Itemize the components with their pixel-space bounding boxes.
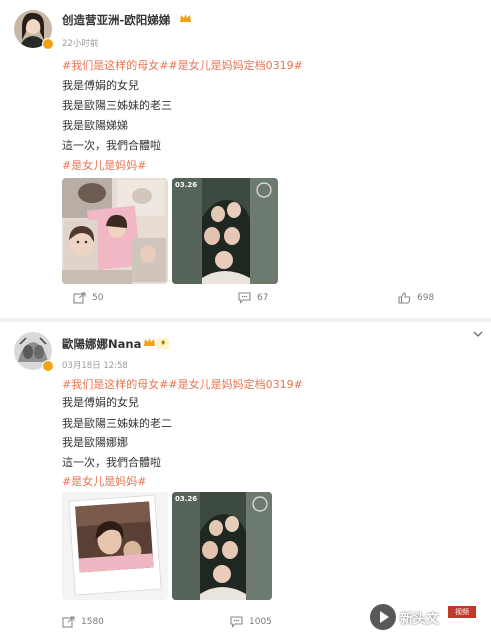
comment-icon	[238, 292, 251, 304]
username[interactable]: 歐陽娜娜Nana	[62, 336, 141, 352]
repost-count: 50	[92, 293, 104, 303]
video-watermark: 新头文 视频	[370, 604, 480, 632]
comment-count: 1005	[249, 617, 272, 627]
thumbs-up-icon	[398, 292, 411, 304]
comment-icon	[230, 616, 243, 628]
post-line[interactable]: #我们是这样的母女##是女儿是妈妈定档0319#	[62, 376, 303, 392]
post-line: 我是歐陽三姊妹的老三	[62, 99, 172, 112]
post-line: 這一次，我們合體啦	[62, 456, 161, 469]
weibo-post-1: 创造营亚洲-欧阳娣娣 22小时前 #我们是这样的母女##是女儿是妈妈定档0319…	[0, 0, 491, 318]
username[interactable]: 创造营亚洲-欧阳娣娣	[62, 12, 170, 28]
like-button[interactable]: 698	[398, 292, 434, 304]
verified-badge-icon	[42, 360, 54, 372]
comment-button[interactable]: 67	[238, 292, 268, 304]
post-image-polaroid[interactable]	[62, 492, 168, 600]
vip-crown-icon	[144, 338, 155, 346]
watermark-stamp: 视频	[448, 606, 476, 618]
post-line: 這一次，我們合體啦	[62, 139, 161, 152]
post-line: 我是歐陽娜娜	[62, 436, 128, 449]
comment-button[interactable]: 1005	[230, 616, 272, 628]
play-icon[interactable]	[370, 604, 396, 630]
comment-count: 67	[257, 293, 269, 303]
repost-icon	[73, 292, 86, 304]
post-image-collage[interactable]	[62, 178, 168, 284]
repost-icon	[62, 616, 75, 628]
post-time: 03月18日 12:58	[62, 361, 128, 371]
verified-badge-icon	[42, 38, 54, 50]
weibo-post-2: 歐陽娜娜Nana ♦ 03月18日 12:58 #我们是这样的母女##是女儿是妈…	[0, 322, 491, 640]
post-line[interactable]: #我们是这样的母女##是女儿是妈妈定档0319#	[62, 57, 303, 73]
post-line: 我是傅娟的女兒	[62, 396, 139, 409]
post-image-poster[interactable]: 03.26	[172, 492, 272, 600]
poster-date: 03.26	[175, 495, 198, 503]
post-line: 我是歐陽三姊妹的老二	[62, 417, 172, 430]
post-line: 我是傅娟的女兒	[62, 79, 139, 92]
repost-button[interactable]: 1580	[62, 616, 104, 628]
post-time: 22小时前	[62, 39, 99, 49]
repost-count: 1580	[81, 617, 104, 627]
like-count: 698	[417, 293, 435, 303]
watermark-text: 新头文	[400, 612, 440, 627]
post-line[interactable]: #是女儿是妈妈#	[62, 473, 146, 489]
post-line: 我是歐陽娣娣	[62, 119, 128, 132]
post-line[interactable]: #是女儿是妈妈#	[62, 157, 146, 173]
post-image-poster[interactable]: 03.26	[172, 178, 278, 284]
poster-date: 03.26	[175, 181, 198, 189]
vip-crown-icon	[180, 14, 191, 22]
repost-button[interactable]: 50	[73, 292, 103, 304]
vip-level-badge: ♦	[157, 338, 170, 349]
